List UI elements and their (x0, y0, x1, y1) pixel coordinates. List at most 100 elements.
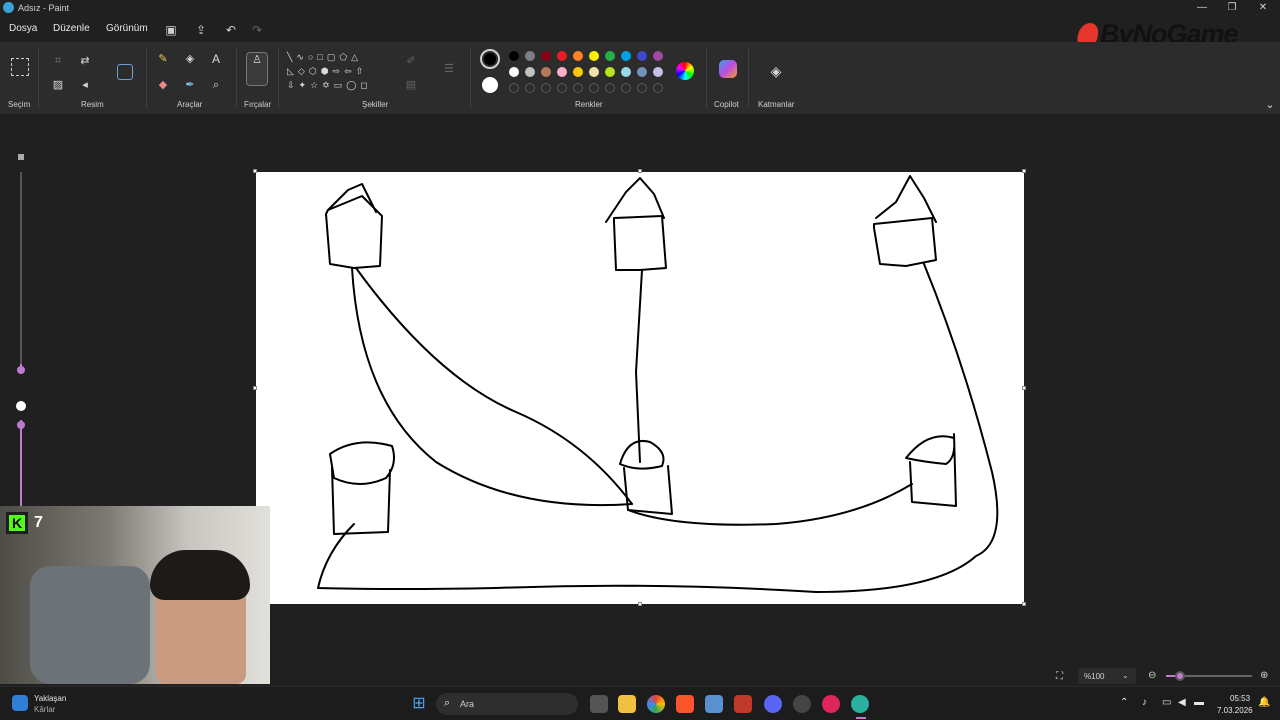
palette-swatch[interactable] (573, 51, 583, 61)
palette-swatch[interactable] (541, 51, 551, 61)
discord-icon[interactable] (764, 695, 782, 713)
resize-handle[interactable] (253, 169, 257, 173)
clock-time[interactable]: 05:53 (1230, 694, 1250, 703)
windows-start-icon[interactable]: ⊞ (410, 695, 428, 713)
chevron-down-icon[interactable]: ⌄ (1263, 98, 1277, 112)
file-explorer-icon[interactable] (618, 695, 636, 713)
palette-swatch[interactable] (637, 51, 647, 61)
resize-handle[interactable] (1022, 386, 1026, 390)
palette-swatch[interactable] (605, 51, 615, 61)
palette-swatch[interactable] (509, 67, 519, 77)
brave-icon[interactable] (676, 695, 694, 713)
palette-swatch[interactable] (541, 67, 551, 77)
custom-color-slot[interactable] (525, 83, 535, 93)
resize-handle[interactable] (1022, 169, 1026, 173)
obs-icon[interactable] (793, 695, 811, 713)
close-icon[interactable]: ✕ (1251, 1, 1275, 15)
voicemeeter-icon[interactable] (734, 695, 752, 713)
media-player-icon[interactable] (822, 695, 840, 713)
palette-swatch[interactable] (525, 67, 535, 77)
palette-swatch[interactable] (557, 51, 567, 61)
custom-color-slot[interactable] (621, 83, 631, 93)
minimize-icon[interactable]: — (1190, 1, 1214, 15)
shape-fill-icon[interactable]: ▤ (404, 78, 418, 92)
custom-color-slot[interactable] (653, 83, 663, 93)
custom-color-slot[interactable] (509, 83, 519, 93)
notification-icon[interactable]: 🔔 (1258, 697, 1270, 708)
microphone-icon[interactable]: ♪ (1142, 697, 1147, 708)
palette-swatch[interactable] (573, 67, 583, 77)
zoom-out-icon[interactable]: ⊖ (1148, 670, 1156, 681)
palette-swatch[interactable] (509, 51, 519, 61)
copilot-icon[interactable] (719, 60, 737, 78)
custom-color-slot[interactable] (573, 83, 583, 93)
palette-swatch[interactable] (525, 51, 535, 61)
undo-icon[interactable]: ↶ (222, 21, 240, 39)
resize-handle[interactable] (638, 169, 642, 173)
weather-title[interactable]: Yaklaşan (34, 694, 66, 703)
tray-chevron-up-icon[interactable]: ⌃ (1120, 697, 1128, 708)
custom-color-slot[interactable] (605, 83, 615, 93)
image-select-icon[interactable] (117, 64, 133, 80)
zoom-in-icon[interactable]: ⊕ (1260, 670, 1268, 681)
resize-handle[interactable] (1022, 602, 1026, 606)
menu-file[interactable]: Dosya (9, 23, 37, 34)
custom-color-slot[interactable] (589, 83, 599, 93)
zoom-select[interactable]: %100 ⌄ (1078, 668, 1136, 684)
palette-swatch[interactable] (621, 67, 631, 77)
palette-swatch[interactable] (621, 51, 631, 61)
save-icon[interactable]: ▣ (162, 21, 180, 39)
search-box[interactable]: ⌕ Ara (436, 693, 578, 715)
palette-swatch[interactable] (589, 51, 599, 61)
task-view-icon[interactable] (590, 695, 608, 713)
size-icon[interactable]: ☰ (442, 62, 456, 76)
selection-icon[interactable] (11, 58, 29, 76)
palette-swatch[interactable] (589, 67, 599, 77)
custom-color-slot[interactable] (541, 83, 551, 93)
pencil-icon[interactable]: ✎ (156, 52, 170, 66)
menu-edit[interactable]: Düzenle (53, 23, 90, 34)
palette-swatch[interactable] (653, 51, 663, 61)
custom-color-slot[interactable] (637, 83, 647, 93)
primary-color-button[interactable] (480, 49, 500, 69)
palette-swatch[interactable] (557, 67, 567, 77)
color-picker-icon[interactable]: ✒ (183, 78, 197, 92)
resize-icon[interactable]: ⇄ (78, 54, 92, 68)
app-icon[interactable] (705, 695, 723, 713)
shapes-gallery[interactable]: ╲∿○□▢⬠△ ◺◇⬡⬢⇨⇦⇧ ⇩✦☆✡▭◯◻ (287, 50, 395, 98)
magnifier-icon[interactable]: ⌕ (209, 78, 223, 92)
text-icon[interactable]: A (209, 52, 223, 66)
display-icon[interactable]: ▭ (1162, 697, 1171, 708)
crop-icon[interactable]: ⌗ (51, 54, 65, 68)
palette-swatch[interactable] (637, 67, 647, 77)
fill-icon[interactable]: ◈ (183, 52, 197, 66)
redo-icon[interactable]: ↷ (248, 21, 266, 39)
resize-handle[interactable] (638, 602, 642, 606)
restore-icon[interactable]: ❐ (1220, 1, 1244, 15)
rotate-icon[interactable]: ▨ (51, 78, 65, 92)
custom-color-slot[interactable] (557, 83, 567, 93)
menu-view[interactable]: Görünüm (106, 23, 148, 34)
zoom-slider-thumb[interactable] (1175, 671, 1185, 681)
weather-icon[interactable] (12, 695, 28, 711)
drawing-canvas[interactable] (253, 169, 1026, 606)
flip-icon[interactable]: ◂ (78, 78, 92, 92)
edit-colors-icon[interactable] (676, 62, 694, 80)
palette-swatch[interactable] (605, 67, 615, 77)
palette-swatch[interactable] (653, 67, 663, 77)
fit-icon[interactable]: ⛶ (1056, 671, 1063, 682)
paint-taskbar-icon[interactable] (851, 695, 869, 713)
brush-icon[interactable]: ♙ (246, 52, 268, 86)
share-icon[interactable]: ⇪ (192, 21, 210, 39)
brush-size-slider[interactable] (14, 150, 28, 530)
secondary-color-button[interactable] (482, 77, 498, 93)
outline-icon[interactable]: ✐ (404, 54, 418, 68)
resize-handle[interactable] (253, 386, 257, 390)
layers-icon[interactable]: ◈ (769, 64, 783, 78)
slider-thumb[interactable] (17, 366, 25, 374)
eraser-icon[interactable]: ◆ (156, 78, 170, 92)
chrome-icon[interactable] (647, 695, 665, 713)
volume-icon[interactable]: ◀ (1178, 697, 1186, 708)
opacity-thumb[interactable] (17, 421, 25, 429)
battery-icon[interactable]: ▬ (1194, 697, 1204, 708)
